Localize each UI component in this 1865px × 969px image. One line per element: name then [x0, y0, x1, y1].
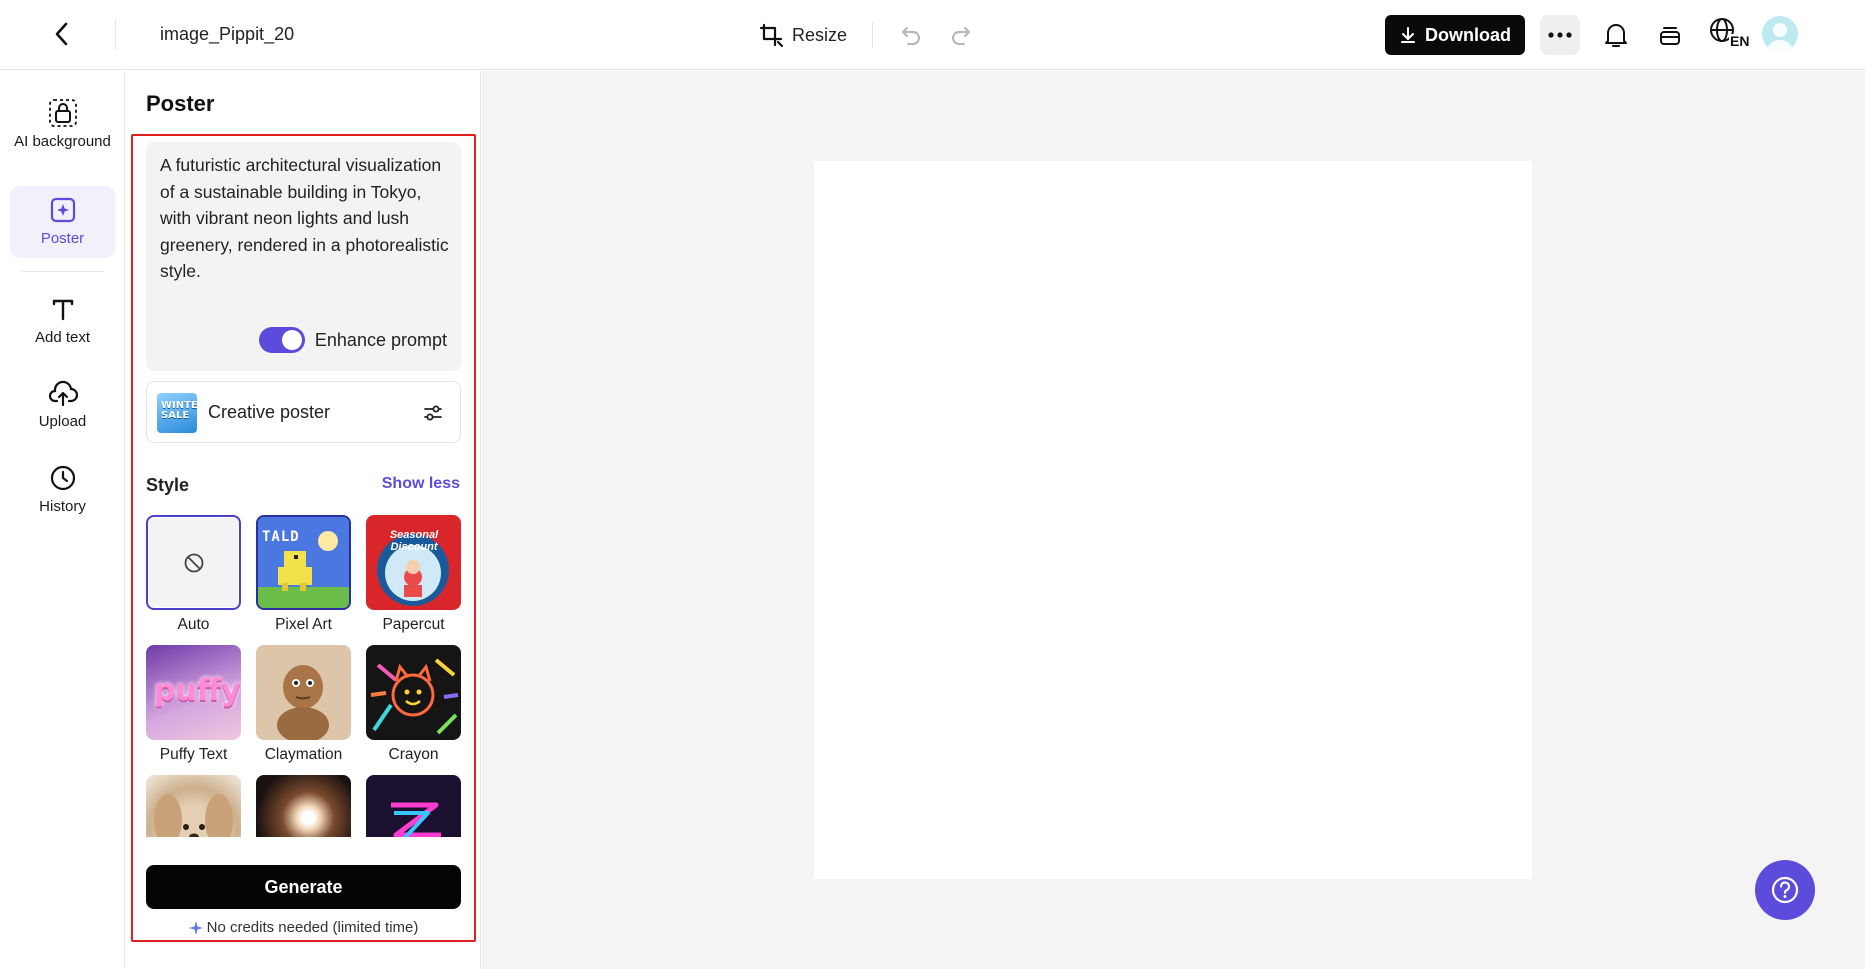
poster-icon	[48, 195, 78, 225]
style-name: Puffy Text	[159, 746, 228, 763]
style-name: Claymation	[264, 746, 343, 763]
workspace	[482, 71, 1865, 969]
prompt-input[interactable]: A futuristic architectural visualization…	[146, 142, 461, 371]
style-thumb-text: Seasonal Discount	[389, 529, 439, 553]
generate-button[interactable]: Generate	[146, 865, 461, 909]
redo-icon	[952, 27, 970, 45]
style-thumbnail	[146, 775, 241, 837]
stack-button[interactable]	[1652, 17, 1688, 53]
poster-type-thumbnail: WINTER SALE	[157, 393, 197, 433]
style-option-puffy-text[interactable]: puffy Puffy Text	[146, 645, 241, 764]
style-thumbnail: TALD	[256, 515, 351, 610]
rail-item-ai-background[interactable]: AI background	[10, 89, 115, 161]
document-title[interactable]: image_Pippit_20	[160, 24, 294, 45]
style-name: Pixel Art	[275, 616, 332, 633]
enhance-prompt-row: Enhance prompt	[258, 327, 447, 353]
style-option-neon[interactable]	[366, 775, 461, 837]
undo-button[interactable]	[896, 20, 926, 50]
poster-panel: Poster A futuristic architectural visual…	[126, 71, 481, 969]
rail-item-label: Add text	[34, 329, 91, 346]
poster-type-settings-button[interactable]	[420, 400, 446, 426]
top-bar: image_Pippit_20 Resize Download EN	[0, 0, 1865, 70]
style-name: Crayon	[388, 746, 439, 763]
divider	[22, 271, 104, 272]
style-thumbnail: puffy	[146, 645, 241, 740]
style-thumbnail	[256, 645, 351, 740]
clock-icon	[48, 463, 78, 493]
tool-rail: AI background Poster Add text Upload His…	[0, 71, 125, 969]
redo-button[interactable]	[946, 20, 976, 50]
stack-icon	[1660, 27, 1680, 45]
upload-cloud-icon	[48, 378, 78, 408]
style-thumbnail	[366, 775, 461, 837]
style-option-auto[interactable]: Auto	[146, 515, 241, 634]
rail-item-label: History	[39, 498, 86, 515]
ai-background-icon	[48, 98, 78, 128]
user-icon	[1767, 23, 1793, 52]
language-button[interactable]: EN	[1708, 16, 1750, 54]
style-option-plush[interactable]	[146, 775, 241, 837]
credits-note: No credits needed (limited time)	[146, 919, 461, 936]
show-less-link[interactable]: Show less	[382, 475, 460, 493]
rail-item-label: Upload	[38, 413, 87, 430]
rail-item-label: Poster	[40, 230, 85, 247]
style-thumbnail: Seasonal Discount	[366, 515, 461, 610]
notifications-button[interactable]	[1598, 17, 1634, 53]
rail-item-label: AI background	[14, 133, 111, 150]
style-thumbnail	[146, 515, 241, 610]
style-thumbnail	[366, 645, 461, 740]
poster-type-thumb-text: WINTER SALE	[161, 400, 197, 421]
divider	[115, 18, 116, 50]
poster-type-selector[interactable]: WINTER SALE Creative poster	[146, 381, 461, 443]
chevron-left-icon	[55, 22, 68, 46]
credits-note-text: No credits needed (limited time)	[206, 919, 419, 936]
resize-button[interactable]: Resize	[758, 20, 847, 50]
help-icon	[1771, 876, 1799, 904]
enhance-prompt-label: Enhance prompt	[314, 329, 447, 350]
rail-item-upload[interactable]: Upload	[10, 369, 115, 441]
none-icon	[184, 553, 203, 572]
style-grid: Auto TALD Pixel Art Seasonal Discount Pa…	[146, 515, 461, 837]
enhance-prompt-toggle[interactable]	[258, 327, 305, 353]
language-code: EN	[1729, 33, 1750, 49]
rail-item-add-text[interactable]: Add text	[10, 285, 115, 357]
download-label: Download	[1425, 24, 1511, 45]
style-thumbnail	[256, 775, 351, 837]
download-button[interactable]: Download	[1385, 15, 1525, 55]
style-thumb-text: puffy	[154, 673, 241, 708]
style-option-claymation[interactable]: Claymation	[256, 645, 351, 764]
sliders-icon	[424, 405, 442, 421]
avatar[interactable]	[1762, 16, 1798, 52]
help-button[interactable]	[1755, 860, 1815, 920]
more-options-button[interactable]	[1540, 15, 1580, 55]
undo-icon	[902, 27, 920, 45]
divider	[872, 22, 873, 48]
style-section-label: Style	[146, 475, 190, 495]
text-icon	[48, 294, 78, 324]
more-horizontal-icon	[1548, 32, 1572, 38]
panel-title: Poster	[146, 91, 215, 116]
resize-label: Resize	[792, 24, 848, 45]
download-icon	[1401, 27, 1415, 43]
style-option-papercut[interactable]: Seasonal Discount Papercut	[366, 515, 461, 634]
rail-item-history[interactable]: History	[10, 454, 115, 526]
rail-item-poster[interactable]: Poster	[10, 186, 115, 258]
bell-icon	[1605, 24, 1627, 47]
resize-icon	[759, 23, 784, 48]
style-name: Papercut	[382, 616, 445, 633]
poster-type-label: Creative poster	[208, 402, 331, 422]
prompt-text[interactable]: A futuristic architectural visualization…	[160, 152, 452, 285]
canvas[interactable]	[814, 161, 1532, 879]
sparkle-icon	[188, 920, 203, 935]
style-name: Auto	[177, 616, 210, 633]
style-thumb-text: TALD	[262, 529, 300, 545]
back-button[interactable]	[44, 16, 80, 52]
style-option-pixel-art[interactable]: TALD Pixel Art	[256, 515, 351, 634]
style-option-crayon[interactable]: Crayon	[366, 645, 461, 764]
style-option-cinematic[interactable]	[256, 775, 351, 837]
